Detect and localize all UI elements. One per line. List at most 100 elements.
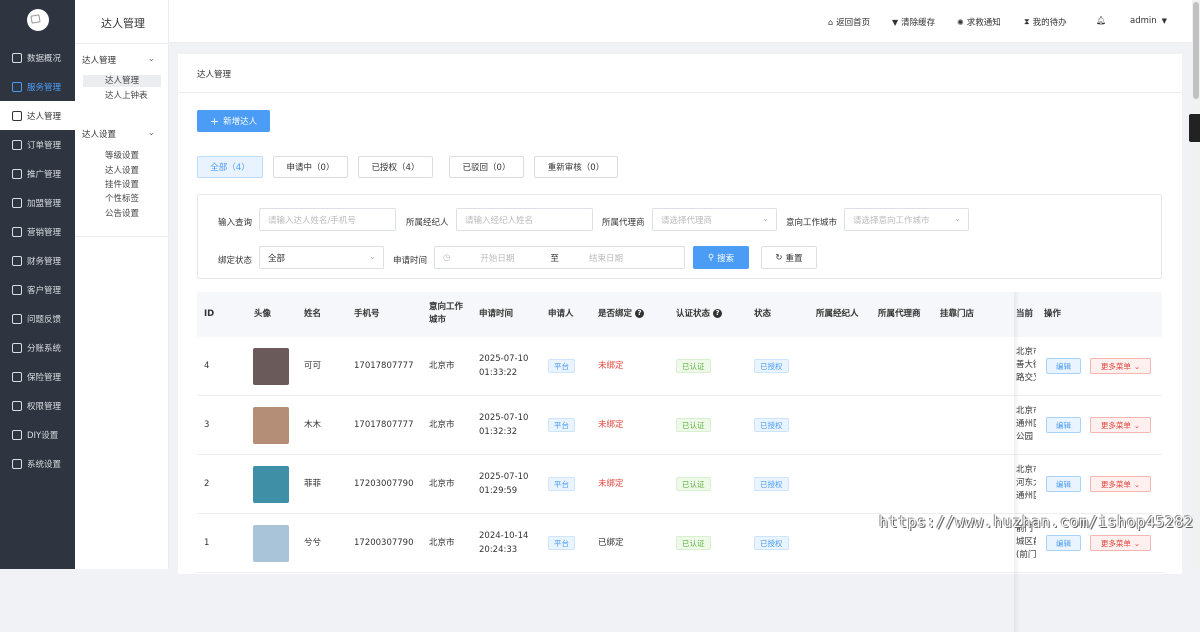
- edit-button[interactable]: 编辑: [1046, 476, 1081, 492]
- subnav-item-notice[interactable]: 公告设置: [83, 208, 161, 220]
- sidebar-item-label: 营销管理: [27, 227, 62, 238]
- settings-icon: [12, 458, 22, 469]
- sub-sidebar: 达人管理 达人管理 ⌄ 达人管理 达人上钟表 达人设置 ⌄ 等级设置 达人设置 …: [75, 0, 169, 569]
- more-menu-button[interactable]: 更多菜单 ⌄: [1090, 358, 1151, 374]
- sidebar-item-marketing[interactable]: 营销管理: [0, 217, 75, 246]
- bind-select[interactable]: 全部 ⌄: [259, 246, 384, 269]
- reset-button[interactable]: ↻ 重置: [761, 246, 817, 269]
- th-avatar: 头像: [254, 309, 272, 319]
- bind-label: 绑定状态: [218, 256, 253, 266]
- time-label: 申请时间: [393, 256, 428, 266]
- divider: [75, 43, 169, 44]
- avatar[interactable]: [253, 348, 289, 385]
- sidebar-item-promotion[interactable]: 推广管理: [0, 159, 75, 188]
- help-icon[interactable]: ?: [713, 309, 723, 318]
- proxy-select[interactable]: 请选择代理商 ⌄: [652, 208, 777, 231]
- avatar[interactable]: [253, 466, 289, 503]
- sidebar-item-order[interactable]: 订单管理: [0, 130, 75, 159]
- user-menu[interactable]: admin ▼: [1130, 16, 1167, 26]
- side-panel-toggle[interactable]: [1189, 114, 1200, 142]
- subnav-group-talent[interactable]: 达人管理: [82, 54, 116, 66]
- sidebar-item-diy[interactable]: DIY设置: [0, 420, 75, 449]
- sidebar-item-dashboard[interactable]: 数据概况: [0, 43, 75, 72]
- chevron-down-icon[interactable]: ⌄: [148, 54, 155, 63]
- page-scrollbar[interactable]: [1192, 0, 1200, 569]
- avatar[interactable]: [253, 407, 289, 444]
- chevron-down-icon: ⌄: [369, 252, 376, 261]
- th-name: 姓名: [304, 309, 322, 319]
- sidebar-item-label: 问题反馈: [27, 314, 62, 325]
- tab-all[interactable]: 全部（4）: [197, 156, 263, 178]
- divider: [75, 236, 169, 237]
- sidebar-item-label: 服务管理: [27, 82, 62, 93]
- promotion-icon: [12, 168, 22, 179]
- sidebar-item-label: 客户管理: [27, 285, 62, 296]
- subnav-item-talent-manage[interactable]: 达人管理: [83, 75, 161, 87]
- chevron-down-icon: ⌄: [954, 214, 961, 223]
- edit-button[interactable]: 编辑: [1046, 535, 1081, 551]
- tab-reaudit[interactable]: 重新审核（0）: [534, 156, 618, 178]
- plus-icon: +: [209, 114, 220, 128]
- scrollbar-thumb[interactable]: [1193, 2, 1199, 99]
- more-menu-button[interactable]: 更多菜单 ⌄: [1090, 476, 1151, 492]
- service-icon: [12, 81, 22, 92]
- subnav-item-pendant[interactable]: 挂件设置: [83, 179, 161, 191]
- subnav-group-settings[interactable]: 达人设置: [82, 128, 116, 140]
- notification-bell[interactable]: 🔔︎: [1096, 16, 1109, 25]
- edit-button[interactable]: 编辑: [1046, 358, 1081, 374]
- cell-date: 2025-07-10: [479, 354, 529, 364]
- marketing-icon: [12, 226, 22, 237]
- logo: [27, 9, 49, 31]
- chevron-down-icon[interactable]: ⌄: [148, 128, 155, 137]
- date-range-picker[interactable]: ◷ 开始日期 至 结束日期: [434, 246, 685, 269]
- sidebar-item-insurance[interactable]: 保险管理: [0, 362, 75, 391]
- sidebar-item-feedback[interactable]: 问题反馈: [0, 304, 75, 333]
- keyword-label: 输入查询: [218, 218, 253, 228]
- more-menu-button[interactable]: 更多菜单 ⌄: [1090, 417, 1151, 433]
- tab-rejected[interactable]: 已驳回（0）: [449, 156, 524, 178]
- keyword-input[interactable]: 请输入达人姓名/手机号: [259, 208, 396, 231]
- agent-input[interactable]: 请输入经纪人姓名: [456, 208, 593, 231]
- subnav-item-level[interactable]: 等级设置: [83, 150, 161, 162]
- sidebar-item-settings[interactable]: 系统设置: [0, 449, 75, 478]
- tab-authorized[interactable]: 已授权（4）: [358, 156, 433, 178]
- edit-button[interactable]: 编辑: [1046, 417, 1081, 433]
- subnav-item-talent-clock[interactable]: 达人上钟表: [83, 90, 161, 102]
- cell-phone: 17203007790: [354, 479, 414, 489]
- subnav-item-tags[interactable]: 个性标签: [83, 193, 161, 205]
- insurance-icon: [12, 371, 22, 382]
- main-card: 达人管理 + 新增达人 全部（4） 申请中（0） 已授权（4） 已驳回（0） 重新…: [178, 54, 1182, 632]
- sidebar-item-split[interactable]: 分账系统: [0, 333, 75, 362]
- subnav-item-talent-settings[interactable]: 达人设置: [83, 165, 161, 177]
- status-tag: 已授权: [754, 536, 789, 550]
- cell-city: 北京市: [429, 361, 455, 371]
- avatar[interactable]: [253, 525, 289, 562]
- search-button[interactable]: ⚲ 搜索: [693, 246, 749, 269]
- sidebar-item-label: DIY设置: [27, 430, 59, 441]
- clear-cache-link[interactable]: ▼ 清除缓存: [892, 16, 935, 29]
- alarm-icon: ✺: [957, 17, 964, 27]
- sidebar-item-talent[interactable]: 达人管理: [0, 101, 75, 130]
- add-talent-button[interactable]: + 新增达人: [197, 110, 270, 132]
- home-icon: ⌂: [828, 17, 834, 27]
- sub-sidebar-title: 达人管理: [101, 17, 145, 30]
- sidebar-item-customer[interactable]: 客户管理: [0, 275, 75, 304]
- tab-applying[interactable]: 申请中（0）: [273, 156, 348, 178]
- city-select[interactable]: 请选择意向工作城市 ⌄: [844, 208, 969, 231]
- cell-phone: 17017807777: [354, 361, 414, 371]
- chevron-down-icon: ⌄: [762, 214, 769, 223]
- cell-time: 01:33:22: [479, 368, 518, 378]
- sidebar-item-label: 推广管理: [27, 169, 62, 180]
- sidebar-item-service[interactable]: 服务管理: [0, 72, 75, 101]
- sidebar-item-finance[interactable]: 财务管理: [0, 246, 75, 275]
- sidebar-item-permission[interactable]: 权限管理: [0, 391, 75, 420]
- sidebar-item-franchise[interactable]: 加盟管理: [0, 188, 75, 217]
- more-menu-button[interactable]: 更多菜单 ⌄: [1090, 535, 1151, 551]
- cell-date: 2025-07-10: [479, 472, 529, 482]
- help-icon[interactable]: ?: [635, 309, 645, 318]
- sos-link[interactable]: ✺ 求救通知: [957, 16, 1001, 29]
- applicant-tag: 平台: [548, 477, 575, 491]
- home-link[interactable]: ⌂ 返回首页: [828, 16, 870, 29]
- sidebar-item-label: 达人管理: [27, 111, 62, 122]
- todo-link[interactable]: ⧗ 我的待办: [1024, 16, 1067, 28]
